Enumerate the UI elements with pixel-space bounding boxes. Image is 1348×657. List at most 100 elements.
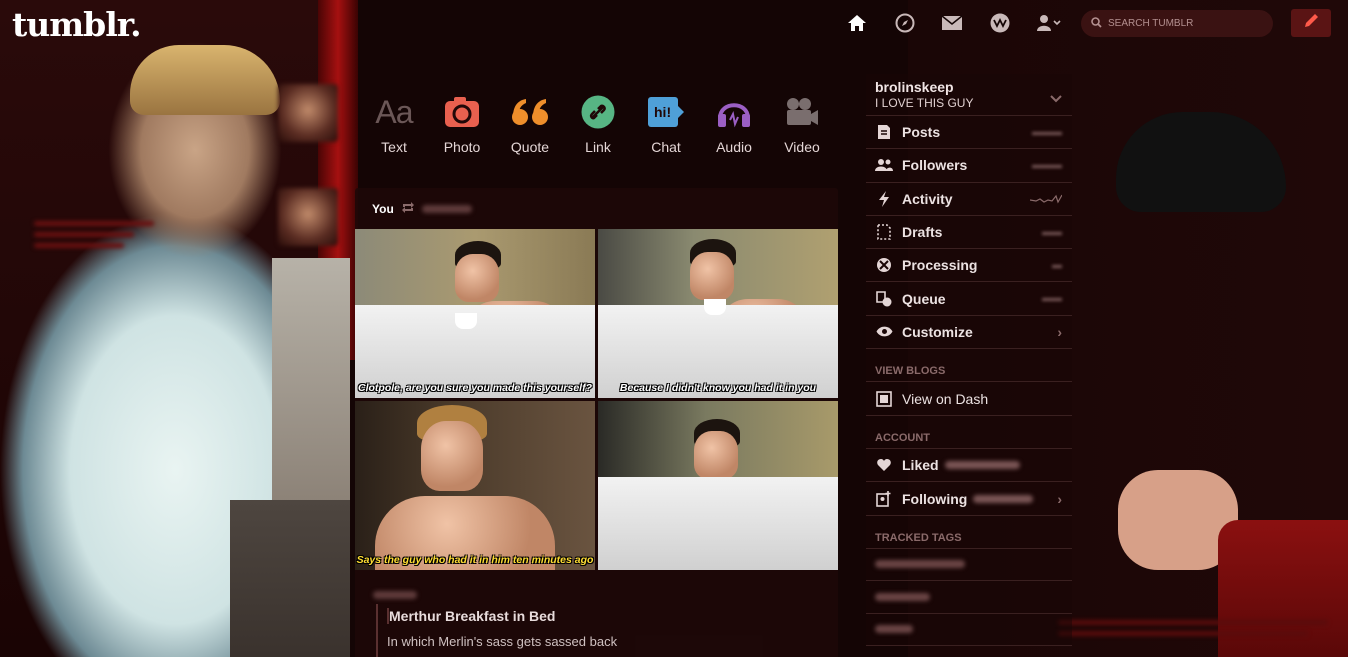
video-camera-icon — [784, 92, 820, 132]
explore-icon[interactable] — [894, 12, 916, 34]
svg-text:hi!: hi! — [654, 104, 671, 120]
chevron-right-icon: › — [1057, 323, 1062, 340]
camera-icon — [444, 92, 480, 132]
tumblr-logo[interactable]: tumblr. — [12, 5, 142, 44]
gif-panel-2[interactable]: Because I didn't know you had it in you — [598, 229, 838, 398]
eye-icon — [875, 326, 893, 337]
post-type-video[interactable]: Video — [768, 92, 836, 162]
home-icon[interactable] — [846, 12, 868, 34]
followers-count-blurred: ▬▬▬ — [1032, 159, 1062, 171]
search-icon — [1091, 15, 1102, 33]
compose-button[interactable] — [1291, 9, 1331, 37]
activity-icon[interactable] — [989, 12, 1011, 34]
blurred-avatar[interactable] — [278, 84, 338, 142]
search-bar[interactable] — [1081, 10, 1273, 37]
sidebar-item-liked[interactable]: Liked — [866, 449, 1072, 483]
sidebar-item-activity[interactable]: Activity — [866, 183, 1072, 216]
quote-bar — [376, 604, 378, 657]
post-type-label: Text — [381, 139, 407, 155]
queue-icon — [875, 290, 893, 307]
gif-panel-4[interactable] — [598, 401, 838, 570]
following-count-blurred — [973, 494, 1034, 503]
quote-icon — [511, 92, 549, 132]
sidebar-item-label: Processing — [902, 257, 978, 274]
post-type-label: Link — [585, 139, 611, 155]
post-type-label: Photo — [443, 139, 481, 155]
background-red-text — [1058, 617, 1348, 639]
heart-icon — [875, 459, 893, 472]
sidebar-item-label: Activity — [902, 190, 953, 207]
sidebar-item-label: Customize — [902, 323, 973, 340]
tracked-tag[interactable] — [866, 581, 1072, 614]
lightning-icon — [875, 190, 893, 207]
blog-name[interactable]: brolinskeep — [875, 79, 1063, 95]
sidebar-item-queue[interactable]: Queue ▬▬ — [866, 282, 1072, 316]
portrait-sleeve — [230, 500, 350, 657]
queue-count-blurred: ▬▬ — [1042, 293, 1062, 305]
gif-panel-3[interactable]: Says the guy who had it in him ten minut… — [355, 401, 595, 570]
tracked-tag[interactable] — [866, 549, 1072, 582]
chevron-right-icon: › — [1057, 490, 1062, 507]
blog-sidebar: brolinskeep I LOVE THIS GUY Posts ▬▬▬ Fo… — [866, 74, 1072, 647]
sidebar-item-drafts[interactable]: Drafts ▬▬ — [866, 216, 1072, 250]
post-type-label: Chat — [651, 139, 681, 155]
view-on-dash-link[interactable]: View on Dash — [866, 382, 1072, 417]
post-type-quote[interactable]: Quote — [496, 92, 564, 162]
post-source-blurred[interactable] — [373, 586, 417, 604]
sidebar-item-label: Following — [902, 490, 968, 507]
headphones-icon — [716, 92, 752, 132]
post-type-chat[interactable]: hi! Chat — [632, 92, 700, 162]
sidebar-item-posts[interactable]: Posts ▬▬▬ — [866, 116, 1072, 150]
text-icon: Aa — [375, 93, 413, 130]
sidebar-item-customize[interactable]: Customize › — [866, 316, 1072, 350]
post-author[interactable]: You — [372, 202, 394, 216]
blog-description: I LOVE THIS GUY — [875, 96, 974, 110]
post-type-audio[interactable]: Audio — [700, 92, 768, 162]
account-heading: Account — [866, 416, 1072, 450]
post-type-label: Audio — [716, 139, 752, 155]
post-title[interactable]: Merthur Breakfast in Bed — [387, 608, 555, 624]
drafts-count-blurred: ▬▬ — [1042, 226, 1062, 238]
posts-icon — [875, 124, 893, 140]
inbox-icon[interactable] — [941, 12, 963, 34]
post-type-label: Quote — [510, 139, 550, 155]
background-red-text — [34, 218, 184, 251]
sidebar-item-processing[interactable]: Processing ▬ — [866, 249, 1072, 283]
search-input[interactable] — [1108, 18, 1268, 29]
post-type-link[interactable]: Link — [564, 92, 632, 162]
gif-panel-1[interactable]: Clotpole, are you sure you made this you… — [355, 229, 595, 398]
tracked-tag[interactable] — [866, 614, 1072, 647]
post-type-label: Video — [784, 139, 820, 155]
sidebar-item-label: Liked — [902, 457, 939, 474]
liked-count-blurred — [944, 461, 1020, 470]
sidebar-item-label: Followers — [902, 157, 968, 174]
blurred-avatar[interactable] — [278, 188, 338, 246]
blog-header[interactable]: brolinskeep I LOVE THIS GUY — [866, 74, 1072, 116]
portrait-hair — [130, 45, 280, 115]
post-type-text[interactable]: Aa Text — [360, 92, 428, 162]
reblog-source-blurred[interactable] — [421, 205, 472, 213]
posts-count-blurred: ▬▬▬ — [1032, 126, 1062, 138]
view-on-dash-label: View on Dash — [902, 390, 989, 407]
followers-icon — [875, 158, 893, 172]
link-icon — [581, 92, 615, 132]
post-type-bar: Aa Text Photo Quote Link hi! Chat Audio — [360, 92, 837, 162]
drafts-icon — [875, 224, 893, 240]
account-icon[interactable] — [1036, 12, 1062, 34]
reblog-icon — [401, 202, 415, 216]
dashboard-post: You Clotpole, are you sure you made this… — [355, 188, 838, 657]
chat-icon: hi! — [647, 92, 685, 132]
sidebar-item-following[interactable]: Following › — [866, 482, 1072, 516]
gif-caption: Because I didn't know you had it in you — [619, 382, 817, 394]
add-user-icon — [875, 490, 893, 507]
sidebar-item-followers[interactable]: Followers ▬▬▬ — [866, 149, 1072, 183]
chevron-down-icon[interactable] — [1050, 90, 1062, 108]
view-blogs-heading: View Blogs — [866, 349, 1072, 383]
tracked-tags-heading: Tracked Tags — [866, 516, 1072, 549]
gif-caption: Says the guy who had it in him ten minut… — [356, 554, 594, 566]
sidebar-item-label: Drafts — [902, 224, 943, 241]
sidebar-item-label: Posts — [902, 124, 941, 141]
portrait-hair — [1116, 112, 1286, 212]
pencil-icon — [1302, 12, 1320, 35]
post-type-photo[interactable]: Photo — [428, 92, 496, 162]
